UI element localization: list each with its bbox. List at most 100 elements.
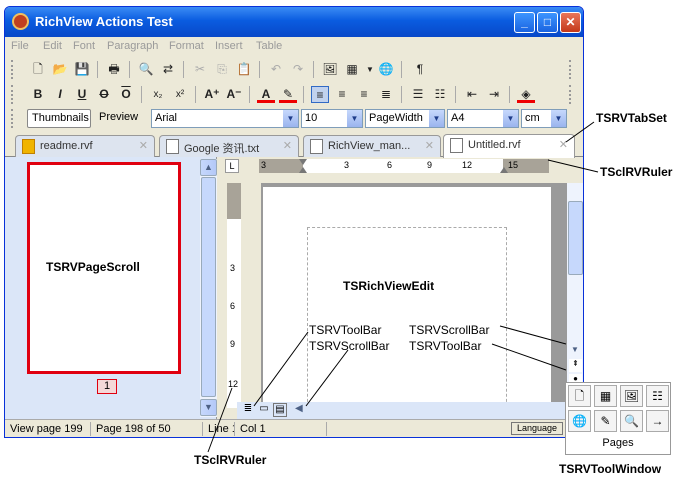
show-special-chars-icon[interactable]: ¶ bbox=[411, 61, 429, 78]
subscript-icon[interactable]: x₂ bbox=[149, 86, 167, 103]
insert-hyperlink-icon[interactable]: 🌐 bbox=[377, 61, 395, 78]
first-indent-marker[interactable] bbox=[299, 159, 307, 165]
scroll-left-icon[interactable]: ◀ bbox=[295, 403, 303, 414]
bullets-icon[interactable]: ☰ bbox=[409, 86, 427, 103]
goto-arrow-icon[interactable]: → bbox=[646, 410, 669, 432]
menu-table[interactable]: Table bbox=[256, 40, 282, 52]
thumbnails-button[interactable]: Thumbnails bbox=[27, 109, 91, 128]
justify-icon[interactable]: ≣ bbox=[377, 86, 395, 103]
chevron-down-icon[interactable]: ▼ bbox=[429, 110, 444, 127]
cut-icon[interactable]: ✂ bbox=[191, 61, 209, 78]
close-icon[interactable]: ✕ bbox=[425, 139, 434, 152]
tab-readme[interactable]: readme.rvf ✕ bbox=[15, 135, 155, 157]
normal-view-icon[interactable]: ≣ bbox=[241, 403, 255, 417]
hyperlink-icon[interactable]: 🌐 bbox=[568, 410, 591, 432]
undo-icon[interactable]: ↶ bbox=[267, 61, 285, 78]
minimize-button[interactable]: _ bbox=[514, 12, 535, 33]
insert-table-icon[interactable]: ▦ bbox=[343, 61, 361, 78]
superscript-icon[interactable]: x² bbox=[171, 86, 189, 103]
thumbnail-scrollbar[interactable]: ▲ ▼ bbox=[200, 159, 217, 417]
horizontal-ruler[interactable]: 3 3 6 9 12 15 bbox=[259, 159, 549, 173]
toolbar-grip[interactable] bbox=[11, 85, 14, 104]
menu-paragraph[interactable]: Paragraph bbox=[107, 40, 158, 52]
tab-google[interactable]: Google 资讯.txt ✕ bbox=[159, 135, 299, 157]
menu-font[interactable]: Font bbox=[73, 40, 95, 52]
units-combo[interactable]: cm ▼ bbox=[521, 109, 567, 128]
scroll-down-icon[interactable]: ▼ bbox=[200, 399, 217, 416]
align-left-icon[interactable]: ≡ bbox=[311, 86, 329, 103]
toolbar-grip[interactable] bbox=[569, 85, 572, 104]
maximize-button[interactable]: □ bbox=[537, 12, 558, 33]
paste-icon[interactable]: 📋 bbox=[235, 61, 253, 78]
open-folder-icon[interactable]: 📂 bbox=[51, 61, 69, 78]
fill-color-icon[interactable]: ◈ bbox=[517, 86, 535, 103]
language-button[interactable]: Language bbox=[511, 422, 563, 435]
numbering-icon[interactable]: ☷ bbox=[646, 385, 669, 407]
strikeout-icon[interactable]: O bbox=[95, 86, 113, 103]
bold-icon[interactable]: B bbox=[29, 86, 47, 103]
right-indent-marker[interactable] bbox=[500, 167, 508, 173]
menu-insert[interactable]: Insert bbox=[215, 40, 243, 52]
copy-icon[interactable]: ⎘ bbox=[213, 61, 231, 78]
numbering-icon[interactable]: ☷ bbox=[431, 86, 449, 103]
find-icon[interactable]: 🔍 bbox=[620, 410, 643, 432]
toolbar-grip[interactable] bbox=[569, 60, 572, 79]
vertical-ruler[interactable]: 3 6 9 12 bbox=[227, 183, 241, 408]
close-icon[interactable]: ✕ bbox=[283, 139, 292, 152]
increase-indent-icon[interactable]: ⇥ bbox=[485, 86, 503, 103]
font-size-combo[interactable]: 10 ▼ bbox=[301, 109, 363, 128]
tab-untitled[interactable]: Untitled.rvf ✕ bbox=[443, 134, 575, 158]
close-icon[interactable]: ✕ bbox=[559, 138, 568, 151]
font-name-combo[interactable]: Arial ▼ bbox=[151, 109, 299, 128]
overline-icon[interactable]: O bbox=[117, 86, 135, 103]
close-button[interactable]: ✕ bbox=[560, 12, 581, 33]
chevron-down-icon[interactable]: ▼ bbox=[551, 110, 566, 127]
shrink-font-icon[interactable]: A⁻ bbox=[225, 86, 243, 103]
italic-icon[interactable]: I bbox=[51, 86, 69, 103]
tab-stop-selector[interactable]: L bbox=[225, 159, 239, 173]
scroll-thumb[interactable] bbox=[568, 201, 583, 275]
page-thumbnail[interactable]: TSRVPageScroll bbox=[27, 162, 181, 374]
decrease-indent-icon[interactable]: ⇤ bbox=[463, 86, 481, 103]
chevron-down-icon[interactable]: ▼ bbox=[283, 110, 298, 127]
previous-page-icon[interactable]: ⇞ bbox=[569, 359, 582, 372]
new-document-icon[interactable]: 🗋 bbox=[29, 61, 47, 78]
find-icon[interactable]: 🔍 bbox=[137, 61, 155, 78]
align-right-icon[interactable]: ≡ bbox=[355, 86, 373, 103]
highlight-color-icon[interactable]: ✎ bbox=[279, 86, 297, 103]
align-center-icon[interactable]: ≡ bbox=[333, 86, 351, 103]
zoom-combo[interactable]: PageWidth ▼ bbox=[365, 109, 445, 128]
preview-button[interactable]: Preview bbox=[95, 109, 142, 128]
chevron-down-icon[interactable]: ▼ bbox=[503, 110, 518, 127]
richview-edit[interactable]: TSRichViewEdit TSRVToolBar TSRVScrollBar… bbox=[261, 183, 567, 417]
scroll-up-icon[interactable]: ▲ bbox=[200, 159, 217, 176]
scroll-thumb[interactable] bbox=[201, 177, 216, 397]
left-indent-marker[interactable] bbox=[299, 167, 307, 173]
scroll-down-icon[interactable]: ▼ bbox=[571, 345, 579, 354]
menu-edit[interactable]: Edit bbox=[43, 40, 62, 52]
insert-table-icon[interactable]: ▦ bbox=[594, 385, 617, 407]
redo-icon[interactable]: ↷ bbox=[289, 61, 307, 78]
grow-font-icon[interactable]: A⁺ bbox=[203, 86, 221, 103]
underline-icon[interactable]: U bbox=[73, 86, 91, 103]
tab-richview-manual[interactable]: RichView_man... ✕ bbox=[303, 135, 441, 157]
pencil-icon[interactable]: ✎ bbox=[594, 410, 617, 432]
menu-format[interactable]: Format bbox=[169, 40, 204, 52]
replace-icon[interactable]: ⇄ bbox=[159, 61, 177, 78]
insert-picture-icon[interactable]: 🖼 bbox=[620, 385, 643, 407]
close-icon[interactable]: ✕ bbox=[139, 139, 148, 152]
document-page[interactable]: TSRichViewEdit TSRVToolBar TSRVScrollBar… bbox=[263, 187, 551, 417]
new-page-icon[interactable]: 🗋 bbox=[568, 385, 591, 407]
web-view-icon[interactable]: ▭ bbox=[257, 403, 271, 417]
save-icon[interactable]: 💾 bbox=[73, 61, 91, 78]
menu-file[interactable]: File bbox=[11, 40, 29, 52]
insert-picture-icon[interactable]: 🖼 bbox=[321, 61, 339, 78]
print-icon[interactable]: 🖶 bbox=[105, 61, 123, 78]
chevron-down-icon[interactable]: ▼ bbox=[347, 110, 362, 127]
page-view-icon[interactable]: ▤ bbox=[273, 403, 287, 417]
document-scrollbar[interactable]: ▼ ⇞ ● bbox=[567, 183, 583, 402]
toolbar-grip[interactable] bbox=[11, 109, 14, 128]
paper-size-combo[interactable]: A4 ▼ bbox=[447, 109, 519, 128]
font-color-icon[interactable]: A bbox=[257, 86, 275, 103]
toolbar-grip[interactable] bbox=[11, 60, 14, 79]
